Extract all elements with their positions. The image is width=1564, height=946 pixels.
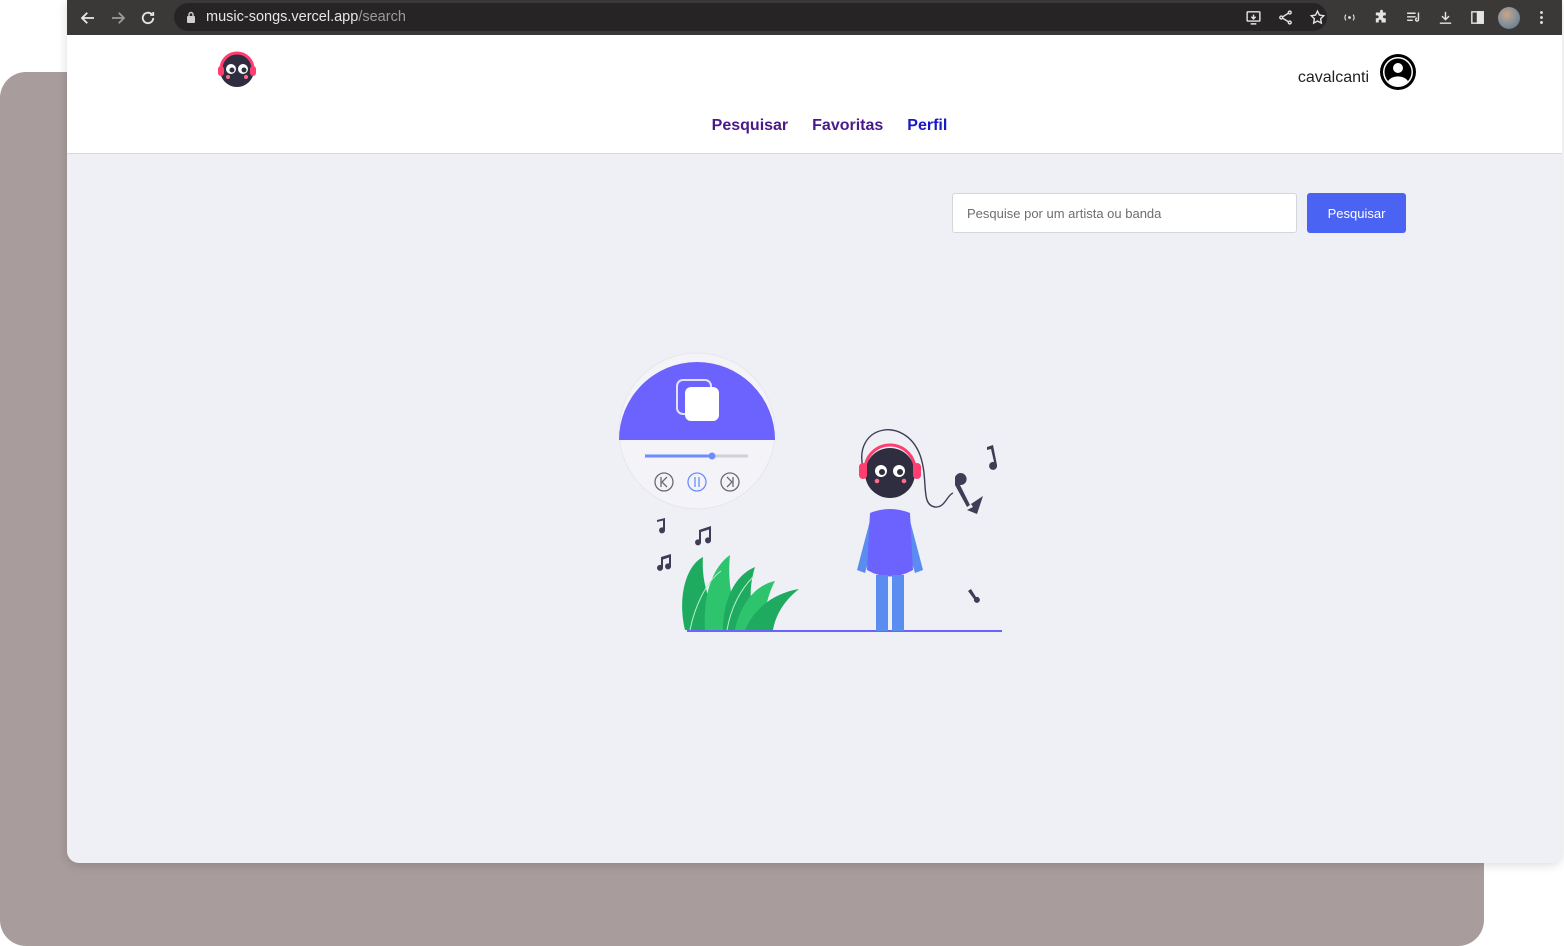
browser-window: music-songs.vercel.app/search cavalcanti… [67, 0, 1562, 863]
install-icon[interactable] [1240, 5, 1266, 31]
nav-perfil[interactable]: Perfil [907, 117, 947, 135]
logo-icon[interactable] [215, 49, 259, 89]
media-icon[interactable] [1336, 5, 1362, 31]
queue-icon[interactable] [1400, 5, 1426, 31]
music-notes-left [657, 518, 712, 571]
site-header: cavalcanti Pesquisar Favoritas Perfil [67, 35, 1562, 154]
url-path: /search [358, 9, 406, 25]
search-input[interactable] [952, 193, 1297, 233]
profile-icon[interactable] [1496, 5, 1522, 31]
search-form: Pesquisar [952, 193, 1406, 233]
username: cavalcanti [1297, 69, 1369, 86]
nav-favoritas[interactable]: Favoritas [812, 117, 883, 135]
person-illustration [857, 429, 954, 631]
browser-toolbar: music-songs.vercel.app/search [67, 0, 1562, 35]
download-icon[interactable] [1432, 5, 1458, 31]
nav-pesquisar[interactable]: Pesquisar [712, 117, 788, 135]
forward-icon[interactable] [103, 3, 133, 33]
toolbar-icons [1240, 0, 1554, 35]
music-illustration [618, 352, 1002, 632]
user-avatar-icon[interactable] [1379, 53, 1417, 91]
star-icon[interactable] [1304, 5, 1330, 31]
address-bar[interactable]: music-songs.vercel.app/search [174, 3, 1327, 31]
plant-illustration [682, 555, 799, 631]
main-nav: Pesquisar Favoritas Perfil [67, 117, 1562, 135]
search-button[interactable]: Pesquisar [1307, 193, 1406, 233]
user-info[interactable]: cavalcanti [1298, 53, 1417, 91]
url-host: music-songs.vercel.app [206, 9, 359, 25]
music-notes-right [955, 445, 998, 603]
back-icon[interactable] [73, 3, 103, 33]
music-player-illustration [618, 352, 776, 510]
share-icon[interactable] [1272, 5, 1298, 31]
lock-icon [187, 11, 195, 23]
menu-icon[interactable] [1528, 5, 1554, 31]
extensions-icon[interactable] [1368, 5, 1394, 31]
reload-icon[interactable] [133, 3, 163, 33]
sidepanel-icon[interactable] [1464, 5, 1490, 31]
